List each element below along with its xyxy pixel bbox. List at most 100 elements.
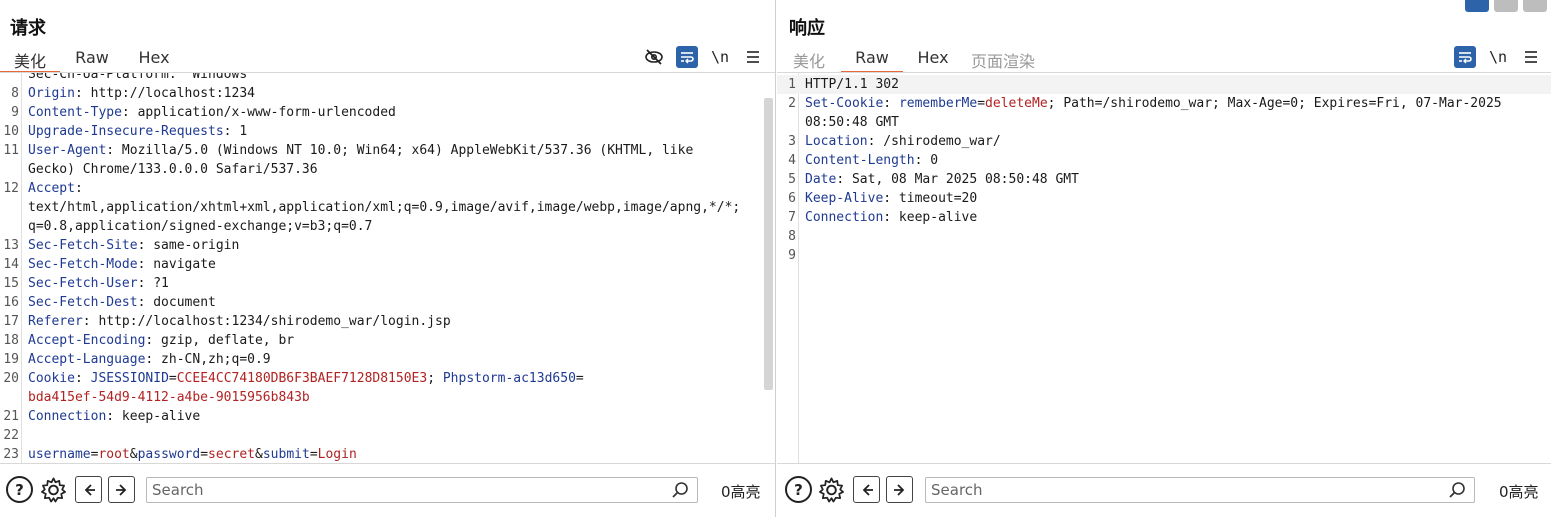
layout-split-icon[interactable] bbox=[1465, 0, 1489, 12]
token: 08:50:48 GMT bbox=[805, 115, 899, 130]
line-number: 12 bbox=[3, 181, 19, 196]
code-line: 10 Upgrade-Insecure-Requests: 1 bbox=[0, 122, 775, 141]
line-text: Set-Cookie: rememberMe=deleteMe; Path=/s… bbox=[805, 94, 1502, 113]
line-number: 21 bbox=[3, 409, 19, 424]
help-icon[interactable]: ? bbox=[6, 476, 33, 503]
line-text: text/html,application/xhtml+xml,applicat… bbox=[28, 198, 740, 217]
token: : http://localhost:1234/shirodemo_war/lo… bbox=[82, 314, 451, 329]
token: Location bbox=[805, 134, 868, 149]
help-icon[interactable]: ? bbox=[785, 476, 812, 503]
token: : keep-alive bbox=[883, 210, 978, 225]
wrap-lines-icon[interactable] bbox=[676, 46, 698, 68]
code-line: 16 Sec-Fetch-Dest: document bbox=[0, 293, 775, 312]
line-number: 22 bbox=[3, 428, 19, 443]
response-search-input[interactable] bbox=[926, 478, 1420, 502]
newline-toggle[interactable]: \n bbox=[709, 46, 731, 68]
token: = bbox=[575, 371, 584, 386]
token: & bbox=[129, 447, 138, 462]
tab-render[interactable]: 页面渲染 bbox=[963, 46, 1043, 72]
token: : keep-alive bbox=[106, 409, 201, 424]
tab-hex[interactable]: Hex bbox=[124, 46, 184, 72]
request-scrollbar[interactable] bbox=[764, 98, 773, 390]
code-line: 21 Connection: keep-alive bbox=[0, 407, 775, 426]
token: Content-Type bbox=[28, 105, 122, 120]
token: HTTP/1.1 302 bbox=[805, 77, 899, 92]
search-icon[interactable] bbox=[1448, 481, 1466, 499]
layout-horizontal-icon[interactable] bbox=[1494, 0, 1518, 12]
tab-pretty[interactable]: 美化 bbox=[777, 46, 841, 72]
hide-eye-icon[interactable] bbox=[643, 46, 665, 68]
request-pane: 请求 美化 Raw Hex \n Sec-Ch-Ua-Platform: "Wi… bbox=[0, 0, 776, 517]
line-text: Location: /shirodemo_war/ bbox=[805, 132, 1001, 151]
line-text: Sec-Ch-Ua-Platform: "Windows" bbox=[28, 73, 255, 84]
token: = bbox=[977, 96, 986, 111]
line-number: 18 bbox=[3, 333, 19, 348]
token: : Sat, 08 Mar 2025 08:50:48 GMT bbox=[836, 172, 1079, 187]
next-match-button[interactable] bbox=[108, 476, 135, 503]
token: : ?1 bbox=[137, 276, 169, 291]
line-text: Accept-Encoding: gzip, deflate, br bbox=[28, 331, 294, 350]
line-number: 9 bbox=[788, 248, 796, 263]
code-line: 6 Keep-Alive: timeout=20 bbox=[777, 189, 1551, 208]
line-number: 16 bbox=[3, 295, 19, 310]
code-line: 2 Set-Cookie: rememberMe=deleteMe; Path=/… bbox=[777, 94, 1551, 113]
prev-match-button[interactable] bbox=[853, 476, 880, 503]
code-line: 19 Accept-Language: zh-CN,zh;q=0.9 bbox=[0, 350, 775, 369]
line-text: Accept-Language: zh-CN,zh;q=0.9 bbox=[28, 350, 271, 369]
token: Accept-Encoding bbox=[28, 333, 146, 348]
request-editor[interactable]: Sec-Ch-Ua-Platform: "Windows" 8 Origin: ht… bbox=[0, 73, 775, 463]
code-line: 9 bbox=[777, 246, 1551, 265]
token: : application/x-www-form-urlencoded bbox=[121, 105, 396, 120]
layout-tabs-icon[interactable] bbox=[1523, 0, 1547, 12]
response-editor[interactable]: 1 HTTP/1.1 302 2 Set-Cookie: rememberMe=del… bbox=[777, 73, 1551, 463]
gear-icon[interactable] bbox=[40, 476, 67, 503]
wrap-lines-icon[interactable] bbox=[1454, 46, 1476, 68]
token: : same-origin bbox=[137, 238, 240, 253]
token: : gzip, deflate, br bbox=[145, 333, 295, 348]
line-number: 6 bbox=[788, 191, 796, 206]
search-icon[interactable] bbox=[671, 481, 689, 499]
token: Sec-Fetch-Dest bbox=[28, 295, 138, 310]
request-search-input[interactable] bbox=[147, 478, 642, 502]
code-line: 4 Content-Length: 0 bbox=[777, 151, 1551, 170]
token: Phpstorm-ac13d650 bbox=[442, 371, 576, 386]
code-line: 9 Content-Type: application/x-www-form-ur… bbox=[0, 103, 775, 122]
token: username bbox=[28, 447, 91, 462]
tab-hex[interactable]: Hex bbox=[903, 46, 963, 72]
code-line: 7 Connection: keep-alive bbox=[777, 208, 1551, 227]
request-title: 请求 bbox=[10, 18, 46, 39]
line-number: 8 bbox=[788, 229, 796, 244]
line-number: 23 bbox=[3, 447, 19, 462]
line-number: 19 bbox=[3, 352, 19, 367]
gear-icon[interactable] bbox=[818, 476, 845, 503]
token: User-Agent bbox=[28, 143, 107, 158]
token: Cookie bbox=[28, 371, 75, 386]
code-line: Sec-Ch-Ua-Platform: "Windows" bbox=[0, 73, 775, 84]
line-number: 10 bbox=[3, 124, 19, 139]
newline-toggle[interactable]: \n bbox=[1487, 46, 1509, 68]
token: Sec-Fetch-Mode bbox=[28, 257, 138, 272]
prev-match-button[interactable] bbox=[75, 476, 102, 503]
token: submit bbox=[262, 447, 310, 462]
tab-raw[interactable]: Raw bbox=[60, 46, 124, 72]
code-line: 11 User-Agent: Mozilla/5.0 (Windows NT 10… bbox=[0, 141, 775, 160]
line-text: Content-Length: 0 bbox=[805, 151, 938, 170]
code-line: 13 Sec-Fetch-Site: same-origin bbox=[0, 236, 775, 255]
line-number: 7 bbox=[788, 210, 796, 225]
token: Connection bbox=[28, 409, 107, 424]
next-match-button[interactable] bbox=[886, 476, 913, 503]
token: = bbox=[168, 371, 177, 386]
line-text: Referer: http://localhost:1234/shirodemo… bbox=[28, 312, 451, 331]
line-number: 20 bbox=[3, 371, 19, 386]
line-text: Cookie: JSESSIONID=CCEE4CC74180DB6F3BAEF… bbox=[28, 369, 584, 388]
code-line: Gecko) Chrome/133.0.0.0 Safari/537.36 bbox=[0, 160, 775, 179]
code-line: 17 Referer: http://localhost:1234/shirode… bbox=[0, 312, 775, 331]
menu-icon[interactable] bbox=[742, 46, 764, 68]
line-number: 8 bbox=[11, 86, 19, 101]
menu-icon[interactable] bbox=[1520, 46, 1542, 68]
line-text: Accept: bbox=[28, 179, 83, 198]
tab-raw[interactable]: Raw bbox=[841, 46, 903, 73]
token: : navigate bbox=[137, 257, 216, 272]
line-text: username=root&password=secret&submit=Log… bbox=[28, 445, 357, 463]
tab-pretty[interactable]: 美化 bbox=[0, 46, 60, 73]
